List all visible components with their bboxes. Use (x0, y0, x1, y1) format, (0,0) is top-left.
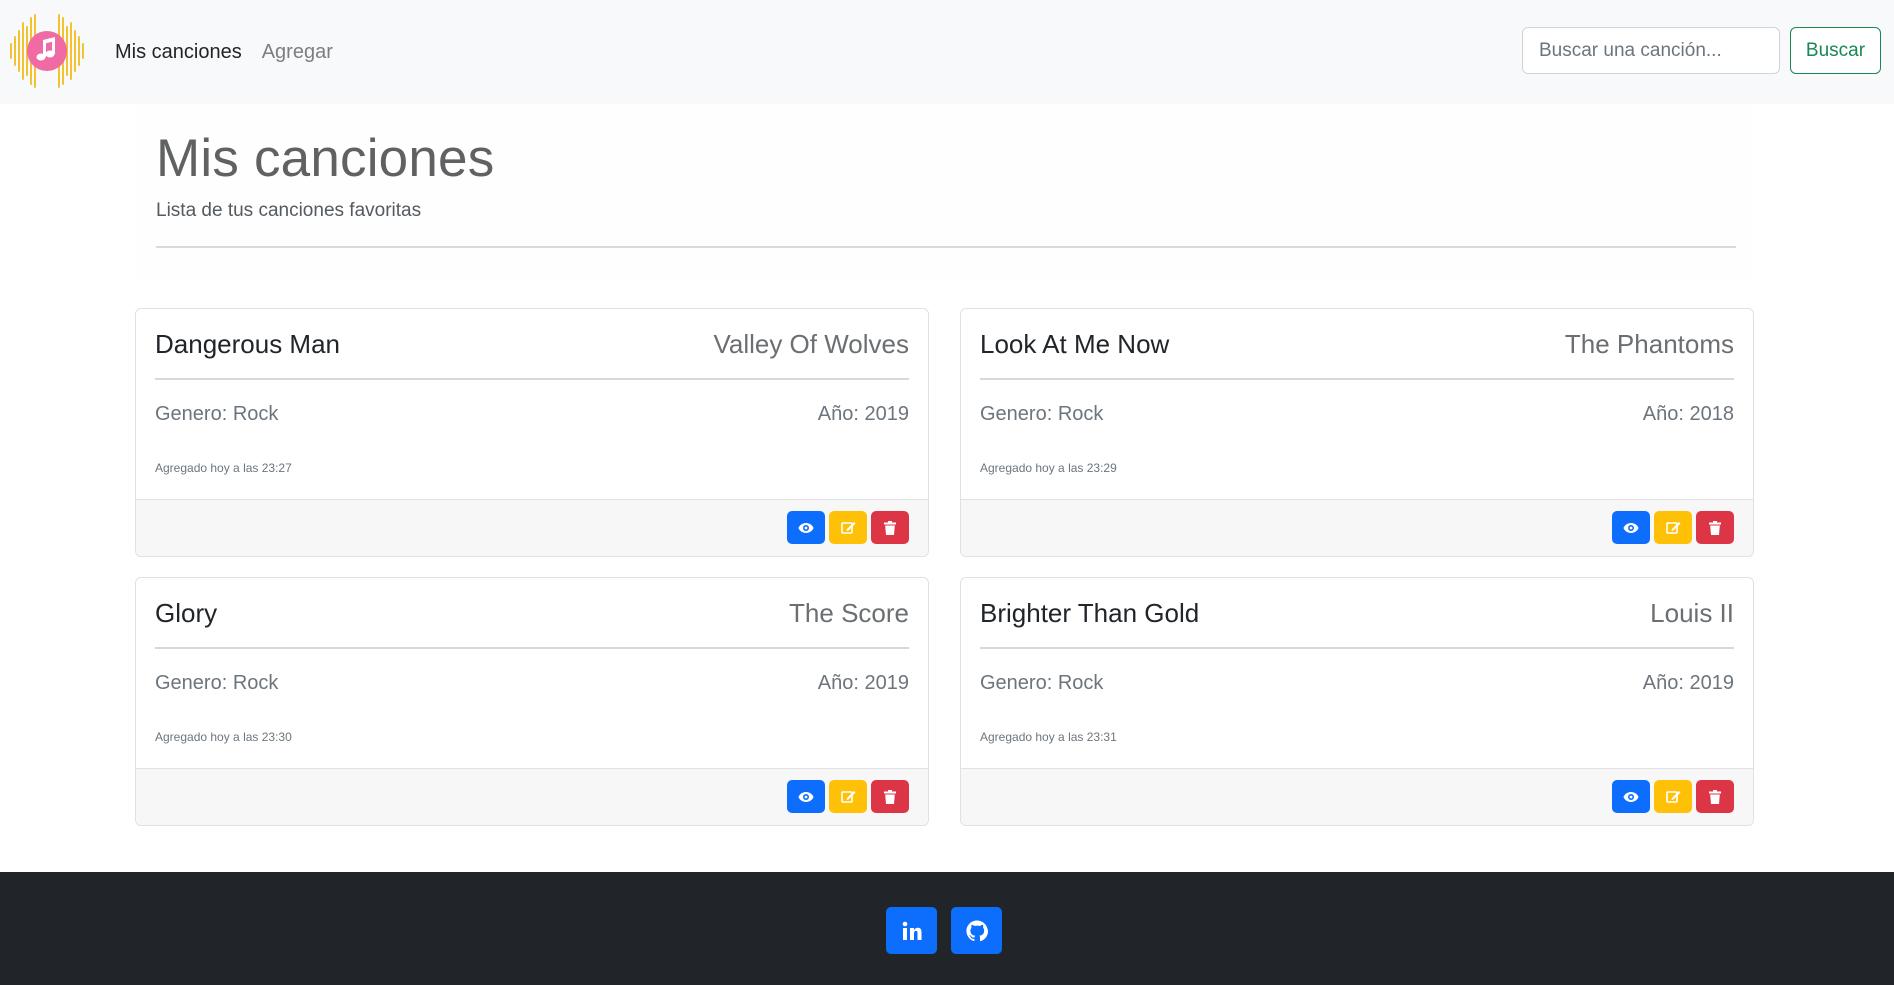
view-button[interactable] (787, 511, 825, 544)
footer (0, 872, 1894, 985)
card-divider (155, 378, 909, 380)
card-divider (155, 647, 909, 649)
view-button[interactable] (1612, 511, 1650, 544)
view-button[interactable] (787, 780, 825, 813)
edit-button[interactable] (829, 511, 867, 544)
eye-icon (1623, 791, 1639, 802)
song-genre: Genero: Rock (980, 403, 1104, 425)
search-input[interactable] (1522, 27, 1780, 74)
card-footer (961, 768, 1753, 825)
search-form: Buscar (1522, 27, 1881, 74)
edit-button[interactable] (829, 780, 867, 813)
nav-link-agregar[interactable]: Agregar (262, 41, 333, 64)
trash-icon (1709, 520, 1721, 535)
song-artist: The Phantoms (1564, 329, 1734, 359)
github-icon (965, 919, 988, 941)
card-divider (980, 378, 1734, 380)
song-card: Look At Me Now The Phantoms Genero: Rock… (960, 308, 1754, 557)
card-divider (980, 647, 1734, 649)
nav-links: Mis canciones Agregar (115, 0, 333, 104)
song-title: Look At Me Now (980, 329, 1170, 359)
song-genre: Genero: Rock (155, 672, 279, 694)
edit-icon (1665, 791, 1680, 803)
song-card: Dangerous Man Valley Of Wolves Genero: R… (135, 308, 929, 557)
delete-button[interactable] (871, 511, 909, 544)
nav-link-mis-canciones[interactable]: Mis canciones (115, 41, 242, 64)
view-button[interactable] (1612, 780, 1650, 813)
song-card: Brighter Than Gold Louis II Genero: Rock… (960, 577, 1754, 826)
header-divider (156, 246, 1736, 248)
search-button[interactable]: Buscar (1790, 27, 1881, 74)
delete-button[interactable] (1696, 511, 1734, 544)
edit-button[interactable] (1654, 511, 1692, 544)
page-subtitle: Lista de tus canciones favoritas (156, 200, 422, 221)
card-footer (961, 499, 1753, 556)
song-year: Año: 2019 (817, 403, 909, 425)
edit-icon (840, 791, 855, 803)
music-note-logo-icon[interactable] (8, 13, 86, 89)
song-added-time: Agregado hoy a las 23:31 (980, 730, 1117, 744)
page-title: Mis canciones (156, 129, 495, 188)
song-genre: Genero: Rock (155, 403, 279, 425)
trash-icon (884, 789, 896, 804)
song-year: Año: 2019 (817, 672, 909, 694)
card-footer (136, 768, 928, 825)
song-added-time: Agregado hoy a las 23:27 (155, 461, 292, 475)
song-artist: Louis II (1650, 598, 1734, 628)
delete-button[interactable] (1696, 780, 1734, 813)
song-added-time: Agregado hoy a las 23:30 (155, 730, 292, 744)
edit-icon (1665, 522, 1680, 534)
song-artist: The Score (789, 598, 909, 628)
linkedin-button[interactable] (886, 907, 937, 954)
card-footer (136, 499, 928, 556)
song-artist: Valley Of Wolves (713, 329, 909, 359)
song-added-time: Agregado hoy a las 23:29 (980, 461, 1117, 475)
edit-button[interactable] (1654, 780, 1692, 813)
page-header: Mis canciones Lista de tus canciones fav… (135, 104, 1752, 282)
linkedin-icon (902, 921, 921, 940)
github-button[interactable] (951, 907, 1002, 954)
eye-icon (798, 791, 814, 802)
trash-icon (1709, 789, 1721, 804)
song-title: Dangerous Man (155, 329, 340, 359)
song-genre: Genero: Rock (980, 672, 1104, 694)
delete-button[interactable] (871, 780, 909, 813)
navbar: Mis canciones Agregar Buscar (0, 0, 1894, 104)
song-card: Glory The Score Genero: Rock Año: 2019 A… (135, 577, 929, 826)
eye-icon (1623, 522, 1639, 533)
eye-icon (798, 522, 814, 533)
song-title: Brighter Than Gold (980, 598, 1200, 628)
song-year: Año: 2018 (1642, 403, 1734, 425)
song-title: Glory (155, 598, 218, 628)
edit-icon (840, 522, 855, 534)
song-year: Año: 2019 (1642, 672, 1734, 694)
trash-icon (884, 520, 896, 535)
